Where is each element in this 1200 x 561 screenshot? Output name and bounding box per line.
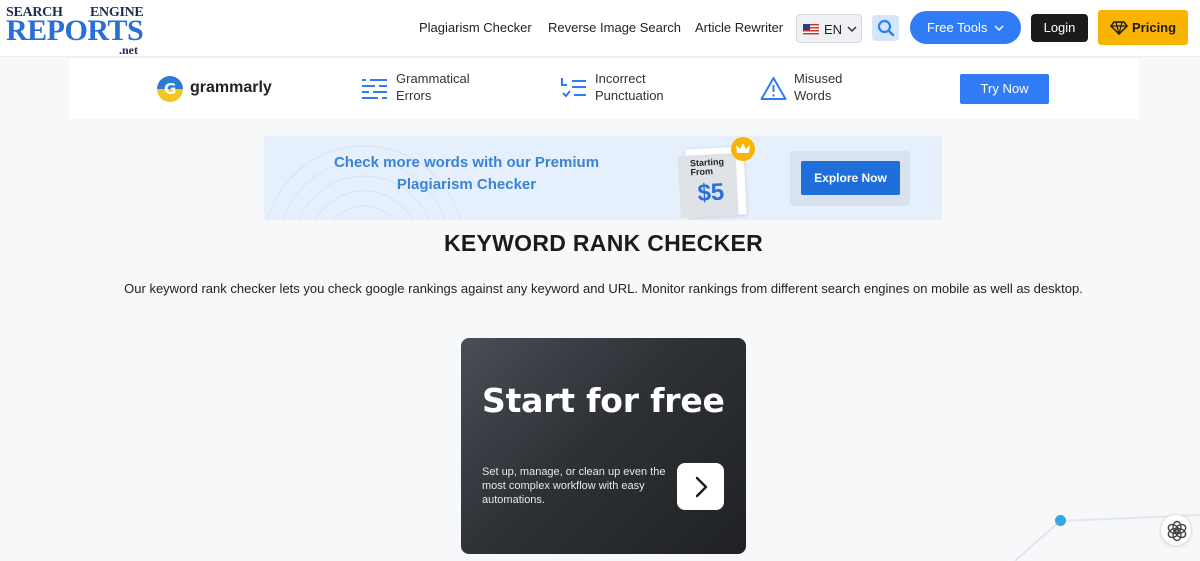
banner-headline-line1: Check more words with our Premium bbox=[333, 154, 600, 171]
feature-misused-words: Misused Words bbox=[794, 70, 842, 104]
language-label: EN bbox=[824, 22, 843, 37]
lines-icon bbox=[362, 79, 387, 99]
pricing-label: Pricing bbox=[1132, 20, 1177, 35]
crown-icon bbox=[736, 143, 750, 153]
decorative-dot bbox=[1055, 515, 1066, 526]
nav-article-rewriter[interactable]: Article Rewriter bbox=[695, 20, 783, 35]
feature-line1: Misused bbox=[794, 71, 843, 86]
site-logo[interactable]: SEARCH ENGINE REPORTS .net bbox=[6, 5, 146, 57]
free-tools-label: Free Tools bbox=[926, 20, 988, 35]
chat-assistant-icon bbox=[1167, 520, 1187, 542]
feature-incorrect-punctuation: Incorrect Punctuation bbox=[595, 70, 664, 104]
feature-line2: Words bbox=[794, 88, 832, 103]
nav-plagiarism-checker[interactable]: Plagiarism Checker bbox=[419, 20, 532, 35]
price-starting-line2: From bbox=[690, 166, 714, 178]
banner-headline-line2: Plagiarism Checker bbox=[396, 176, 537, 193]
search-icon bbox=[877, 19, 895, 37]
premium-banner[interactable]: Check more words with our Premium Plagia… bbox=[264, 136, 942, 220]
start-for-free-ad[interactable]: Start for free Set up, manage, or clean … bbox=[461, 338, 746, 554]
search-button[interactable] bbox=[872, 15, 899, 41]
language-selector[interactable]: EN bbox=[796, 14, 862, 43]
chevron-right-icon bbox=[695, 476, 708, 498]
grammarly-logo-icon bbox=[157, 76, 183, 102]
grammarly-brand: grammarly bbox=[190, 79, 272, 96]
explore-now-container: Explore Now bbox=[790, 151, 910, 206]
page-title: KEYWORD RANK CHECKER bbox=[443, 230, 764, 256]
chevron-down-icon bbox=[994, 25, 1004, 32]
logo-text-net: .net bbox=[119, 43, 138, 57]
price-starting-label: Starting From bbox=[690, 157, 725, 178]
grammarly-ad-bar: grammarly Grammatical Errors Incorrect P… bbox=[69, 59, 1139, 119]
free-tools-button[interactable]: Free Tools bbox=[910, 11, 1021, 44]
feature-line1: Grammatical bbox=[396, 71, 470, 86]
page-description: Our keyword rank checker lets you check … bbox=[124, 281, 1083, 296]
feature-line2: Punctuation bbox=[595, 88, 664, 103]
crown-badge bbox=[731, 137, 755, 161]
us-flag-icon bbox=[803, 24, 819, 35]
ad-title: Start for free bbox=[482, 381, 725, 420]
chat-assistant-button[interactable] bbox=[1160, 514, 1192, 546]
pricing-button[interactable]: Pricing bbox=[1098, 10, 1188, 45]
login-button[interactable]: Login bbox=[1031, 14, 1088, 42]
chevron-down-icon bbox=[847, 26, 857, 33]
feature-line1: Incorrect bbox=[595, 71, 646, 86]
site-header: SEARCH ENGINE REPORTS .net Plagiarism Ch… bbox=[0, 0, 1200, 57]
banner-headline: Check more words with our Premium Plagia… bbox=[304, 152, 629, 196]
checklist-icon bbox=[561, 78, 586, 98]
nav-reverse-image-search[interactable]: Reverse Image Search bbox=[548, 20, 681, 35]
warning-icon bbox=[760, 77, 787, 100]
explore-now-button[interactable]: Explore Now bbox=[801, 161, 900, 195]
price-amount: $5 bbox=[696, 178, 725, 207]
diamond-icon bbox=[1110, 21, 1128, 35]
feature-grammatical-errors: Grammatical Errors bbox=[396, 70, 470, 104]
ad-text: Set up, manage, or clean up even the mos… bbox=[482, 466, 666, 506]
ad-next-button[interactable] bbox=[677, 463, 724, 510]
feature-line2: Errors bbox=[396, 88, 432, 103]
try-now-button[interactable]: Try Now bbox=[960, 74, 1049, 104]
